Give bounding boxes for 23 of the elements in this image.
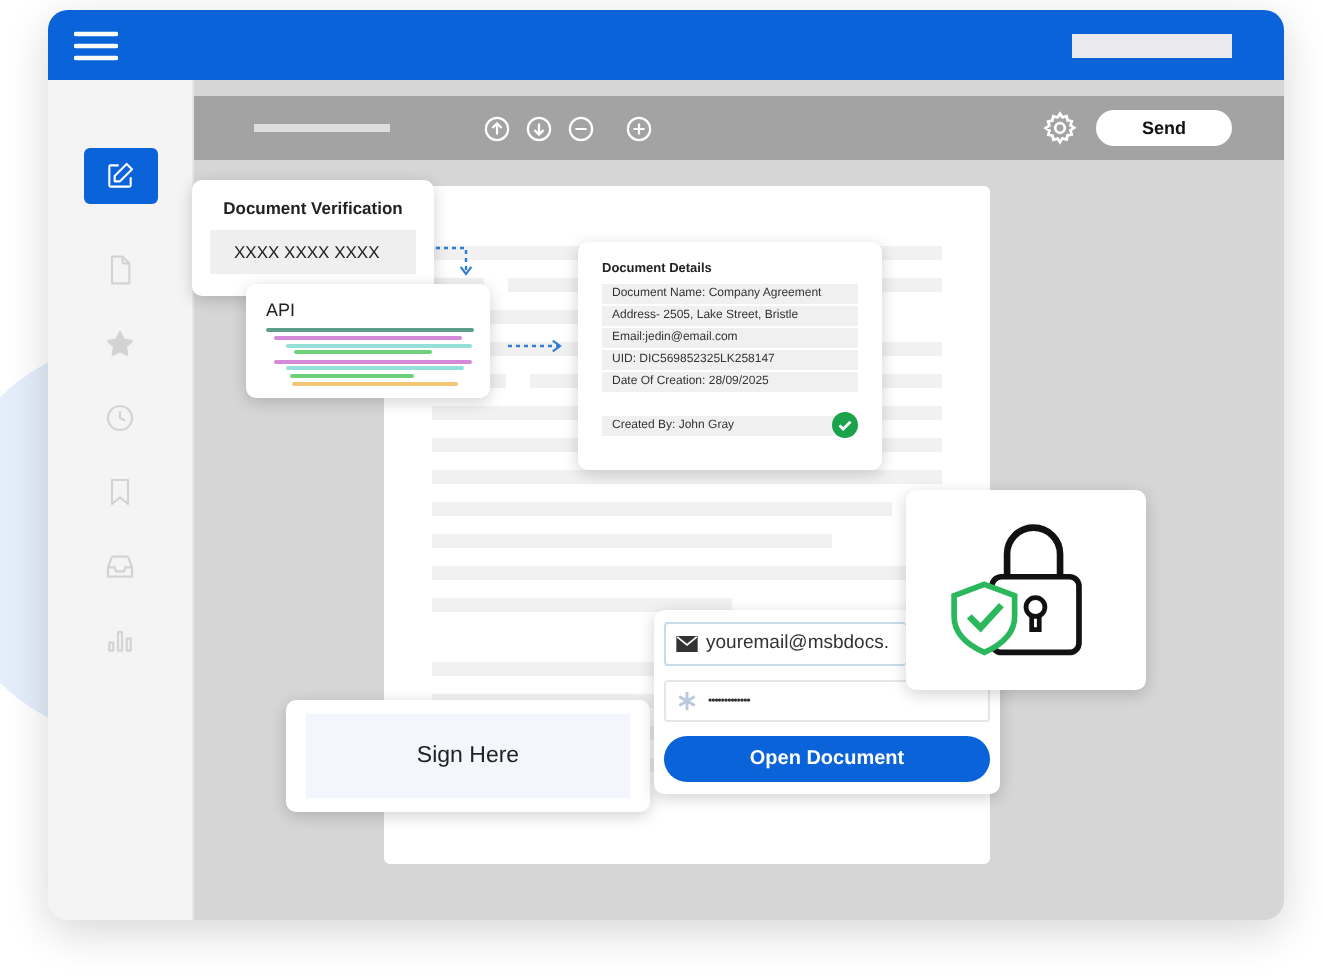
dotted-arrow	[508, 339, 562, 353]
upload-icon[interactable]	[484, 115, 510, 141]
signature-field[interactable]: Sign Here	[306, 714, 630, 798]
card-title: Document Verification	[221, 198, 405, 218]
send-button[interactable]: Send	[1096, 110, 1232, 146]
envelope-icon	[676, 635, 698, 652]
download-icon[interactable]	[526, 115, 552, 141]
menu-icon[interactable]	[74, 29, 118, 61]
zoom-in-icon[interactable]	[626, 115, 652, 141]
settings-icon[interactable]	[1042, 110, 1078, 146]
title-placeholder-bar	[254, 124, 390, 132]
star-icon	[104, 328, 136, 360]
email-field[interactable]: youremail@msbdocs.	[664, 622, 906, 666]
asterisk-icon	[678, 692, 696, 711]
sidebar-item[interactable]	[83, 148, 157, 204]
dotted-arrow	[436, 246, 473, 276]
pencil-square-icon	[104, 160, 136, 192]
zoom-out-icon[interactable]	[568, 115, 594, 141]
open-document-button[interactable]: Open Document	[664, 736, 990, 783]
card-title: API	[266, 300, 298, 320]
clock-icon	[104, 402, 136, 434]
inbox-tray-icon	[104, 550, 136, 582]
id-number-field: XXXX XXXX XXXX	[210, 230, 416, 274]
